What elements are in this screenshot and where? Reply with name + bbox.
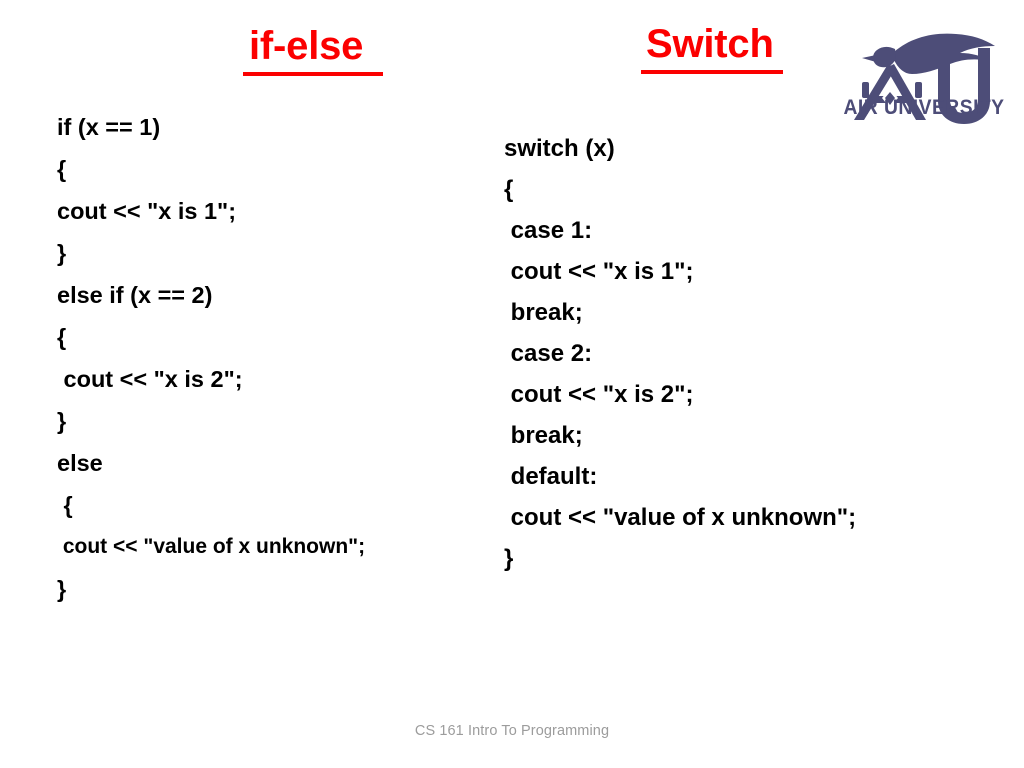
code-line: { [57, 324, 67, 350]
code-block-switch: switch (x) { case 1: cout << "x is 1"; br… [504, 128, 856, 579]
code-line: cout << "value of x unknown"; [57, 535, 366, 558]
code-line: if (x == 1) [57, 114, 161, 140]
heading-if-else: if-else [249, 24, 364, 68]
code-line: { [57, 492, 73, 518]
code-line: { [504, 176, 514, 203]
code-line: { [57, 156, 67, 182]
code-line: case 2: [504, 340, 593, 367]
code-line: } [57, 576, 67, 602]
code-line: cout << "x is 2"; [57, 366, 243, 392]
heading-switch-underline [641, 70, 783, 74]
code-line: } [57, 408, 67, 434]
slide-footer: CS 161 Intro To Programming [414, 723, 610, 739]
code-line: switch (x) [504, 135, 615, 162]
heading-switch: Switch [646, 22, 774, 66]
air-university-logo: AIR UNIVERSITY AIR UNIVERSITY [832, 8, 1012, 130]
slide-canvas: if-else Switch if (x == 1) { cout << "x is… [0, 0, 1024, 768]
logo-wordmark: AIR UNIVERSITY [843, 96, 1005, 119]
code-line: } [504, 545, 514, 572]
code-line: } [57, 240, 67, 266]
heading-if-else-underline [243, 72, 383, 76]
code-line: default: [504, 463, 598, 490]
code-line: else if (x == 2) [57, 282, 213, 308]
code-block-if-else: if (x == 1) { cout << "x is 1";} else if (x… [57, 106, 365, 610]
code-line: cout << "x is 2"; [504, 381, 694, 408]
code-line: cout << "x is 1"; [504, 258, 694, 285]
code-line: break; [504, 422, 583, 449]
code-line: case 1: [504, 217, 593, 244]
code-line: cout << "x is 1"; [57, 198, 237, 224]
code-line: else [57, 450, 103, 476]
code-line: break; [504, 299, 583, 326]
code-line: cout << "value of x unknown"; [504, 504, 857, 531]
